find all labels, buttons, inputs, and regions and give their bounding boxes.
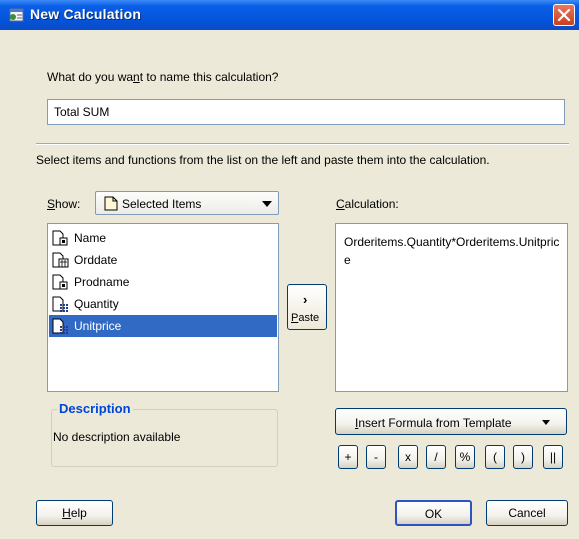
list-item-label: Unitprice [74, 319, 122, 333]
show-dropdown[interactable]: Selected Items [95, 191, 279, 215]
calculation-name-input[interactable]: Total SUM [47, 99, 565, 125]
close-button[interactable] [553, 4, 575, 26]
operator-minus-button[interactable]: - [366, 445, 386, 469]
instructions-label: Select items and functions from the list… [36, 153, 490, 167]
ok-button[interactable]: OK [395, 500, 472, 526]
list-item-label: Orddate [74, 253, 118, 267]
new-calculation-dialog: New Calculation What do you want to name… [0, 0, 579, 539]
show-dropdown-value: Selected Items [122, 197, 202, 211]
name-prompt-label: What do you want to name this calculatio… [47, 70, 279, 84]
operator-divide-button[interactable]: / [426, 445, 446, 469]
operator-percent-button[interactable]: % [455, 445, 475, 469]
insert-formula-button[interactable]: Insert Formula from Template [335, 408, 567, 435]
list-item[interactable]: Orddate [49, 249, 277, 271]
description-title: Description [57, 401, 133, 416]
list-item[interactable]: Quantity [49, 293, 277, 315]
list-item-label: Prodname [74, 275, 130, 289]
paste-button-label: Paste [291, 312, 320, 324]
insert-formula-label: Insert Formula from Template [355, 416, 512, 430]
list-item-label: Name [74, 231, 107, 245]
list-item[interactable]: Name [49, 227, 277, 249]
operator-close-paren-button[interactable]: ) [513, 445, 533, 469]
separator [36, 143, 569, 145]
cancel-button[interactable]: Cancel [486, 500, 568, 526]
description-text: No description available [53, 430, 181, 444]
numeric-item-icon [52, 318, 70, 338]
chevron-down-icon [262, 201, 272, 207]
calculation-label: Calculation: [336, 197, 399, 211]
title-bar[interactable]: New Calculation [0, 0, 579, 30]
chevron-down-icon [542, 420, 550, 425]
operator-plus-button[interactable]: + [338, 445, 358, 469]
operator-multiply-button[interactable]: x [398, 445, 418, 469]
list-item-selected[interactable]: Unitprice [49, 315, 277, 337]
show-label: Show: [47, 197, 81, 211]
calculation-editor[interactable]: Orderitems.Quantity*Orderitems.Unitprice [335, 223, 568, 392]
text-item-icon [52, 274, 70, 294]
operator-concat-button[interactable]: || [543, 445, 563, 469]
operator-open-paren-button[interactable]: ( [485, 445, 505, 469]
items-list[interactable]: Name Orddate Prodname Quantity Unitprice [47, 223, 279, 392]
paste-button[interactable]: › Paste [287, 284, 327, 330]
folder-icon [104, 196, 118, 214]
list-item[interactable]: Prodname [49, 271, 277, 293]
text-item-icon [52, 230, 70, 250]
chevron-right-icon: › [303, 292, 308, 307]
numeric-item-icon [52, 296, 70, 316]
close-icon [557, 8, 571, 22]
app-icon [8, 6, 26, 24]
date-item-icon [52, 252, 70, 272]
list-item-label: Quantity [74, 297, 119, 311]
window-title: New Calculation [30, 6, 142, 22]
help-button[interactable]: Help [36, 500, 113, 526]
